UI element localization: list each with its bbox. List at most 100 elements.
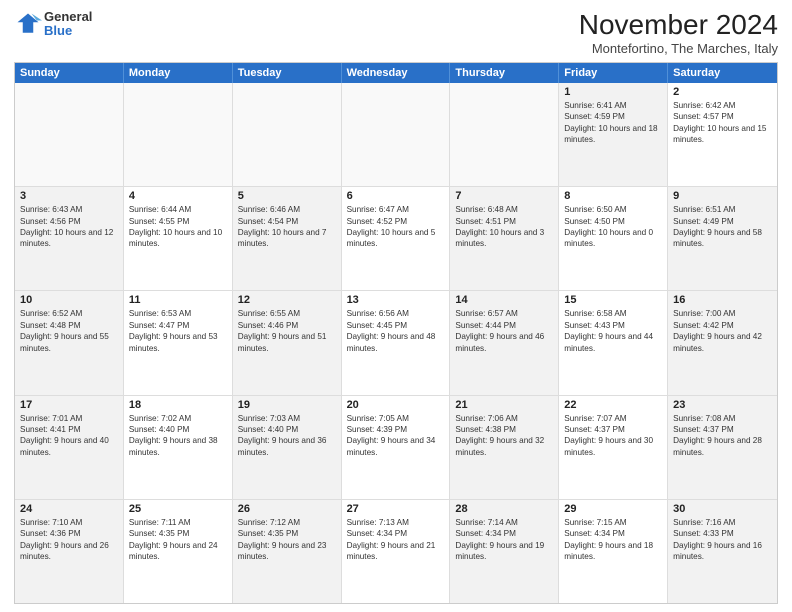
day-number: 20 [347,399,445,411]
calendar-cell-22: 22 Sunrise: 7:07 AMSunset: 4:37 PMDayligh… [559,396,668,499]
weekday-header-friday: Friday [559,63,668,83]
calendar-cell-7: 7Sunrise: 6:48 AMSunset: 4:51 PMDaylight… [450,187,559,290]
day-number: 25 [129,503,227,515]
logo-icon [14,10,42,38]
cell-details: Sunrise: 7:11 AMSunset: 4:35 PMDaylight:… [129,517,227,563]
calendar-cell-1: 1 Sunrise: 6:41 AMSunset: 4:59 PMDaylight… [559,83,668,186]
day-number: 16 [673,294,772,306]
day-number: 1 [564,86,662,98]
day-number: 12 [238,294,336,306]
calendar-cell-12: 12 Sunrise: 6:55 AMSunset: 4:46 PMDayligh… [233,291,342,394]
calendar-cell-28: 28Sunrise: 7:14 AMSunset: 4:34 PMDayligh… [450,500,559,603]
calendar-cell-21: 21 Sunrise: 7:06 AMSunset: 4:38 PMDayligh… [450,396,559,499]
cell-details: Sunrise: 6:47 AMSunset: 4:52 PMDaylight:… [347,204,445,250]
calendar-cell-23: 23 Sunrise: 7:08 AMSunset: 4:37 PMDayligh… [668,396,777,499]
calendar-cell-5: 5 Sunrise: 6:46 AMSunset: 4:54 PMDaylight… [233,187,342,290]
cell-details: Sunrise: 6:42 AMSunset: 4:57 PMDaylight:… [673,100,772,146]
calendar-cell-4: 4 Sunrise: 6:44 AMSunset: 4:55 PMDaylight… [124,187,233,290]
cell-details: Sunrise: 7:03 AMSunset: 4:40 PMDaylight:… [238,413,336,459]
day-number: 9 [673,190,772,202]
day-number: 11 [129,294,227,306]
day-number: 19 [238,399,336,411]
day-number: 6 [347,190,445,202]
cell-details: Sunrise: 6:44 AMSunset: 4:55 PMDaylight:… [129,204,227,250]
cell-details: Sunrise: 7:15 AMSunset: 4:34 PMDaylight:… [564,517,662,563]
title-block: November 2024 Montefortino, The Marches,… [579,10,778,56]
day-number: 28 [455,503,553,515]
calendar-cell-18: 18Sunrise: 7:02 AMSunset: 4:40 PMDayligh… [124,396,233,499]
weekday-header-monday: Monday [124,63,233,83]
cell-details: Sunrise: 6:46 AMSunset: 4:54 PMDaylight:… [238,204,336,250]
calendar-cell-6: 6 Sunrise: 6:47 AMSunset: 4:52 PMDaylight… [342,187,451,290]
weekday-header-sunday: Sunday [15,63,124,83]
calendar-header: SundayMondayTuesdayWednesdayThursdayFrid… [15,63,777,83]
cell-details: Sunrise: 7:06 AMSunset: 4:38 PMDaylight:… [455,413,553,459]
day-number: 14 [455,294,553,306]
calendar-cell-2: 2 Sunrise: 6:42 AMSunset: 4:57 PMDaylight… [668,83,777,186]
day-number: 15 [564,294,662,306]
cell-details: Sunrise: 6:53 AMSunset: 4:47 PMDaylight:… [129,308,227,354]
calendar-row-4: 17 Sunrise: 7:01 AMSunset: 4:41 PMDayligh… [15,396,777,500]
day-number: 2 [673,86,772,98]
calendar-cell-empty [124,83,233,186]
cell-details: Sunrise: 6:50 AMSunset: 4:50 PMDaylight:… [564,204,662,250]
header: General Blue November 2024 Montefortino,… [14,10,778,56]
calendar-cell-3: 3 Sunrise: 6:43 AMSunset: 4:56 PMDaylight… [15,187,124,290]
calendar-cell-30: 30 Sunrise: 7:16 AMSunset: 4:33 PMDayligh… [668,500,777,603]
day-number: 17 [20,399,118,411]
cell-details: Sunrise: 6:55 AMSunset: 4:46 PMDaylight:… [238,308,336,354]
cell-details: Sunrise: 7:12 AMSunset: 4:35 PMDaylight:… [238,517,336,563]
calendar-cell-11: 11 Sunrise: 6:53 AMSunset: 4:47 PMDayligh… [124,291,233,394]
day-number: 23 [673,399,772,411]
cell-details: Sunrise: 7:08 AMSunset: 4:37 PMDaylight:… [673,413,772,459]
cell-details: Sunrise: 7:02 AMSunset: 4:40 PMDaylight:… [129,413,227,459]
logo-general: General [44,10,92,24]
calendar-cell-26: 26 Sunrise: 7:12 AMSunset: 4:35 PMDayligh… [233,500,342,603]
cell-details: Sunrise: 6:48 AMSunset: 4:51 PMDaylight:… [455,204,553,250]
cell-details: Sunrise: 6:43 AMSunset: 4:56 PMDaylight:… [20,204,118,250]
cell-details: Sunrise: 7:00 AMSunset: 4:42 PMDaylight:… [673,308,772,354]
calendar-page: General Blue November 2024 Montefortino,… [0,0,792,612]
calendar-cell-17: 17 Sunrise: 7:01 AMSunset: 4:41 PMDayligh… [15,396,124,499]
calendar-cell-24: 24Sunrise: 7:10 AMSunset: 4:36 PMDayligh… [15,500,124,603]
day-number: 22 [564,399,662,411]
day-number: 30 [673,503,772,515]
calendar-cell-29: 29 Sunrise: 7:15 AMSunset: 4:34 PMDayligh… [559,500,668,603]
calendar-cell-13: 13 Sunrise: 6:56 AMSunset: 4:45 PMDayligh… [342,291,451,394]
calendar-cell-16: 16 Sunrise: 7:00 AMSunset: 4:42 PMDayligh… [668,291,777,394]
calendar-cell-empty [15,83,124,186]
day-number: 5 [238,190,336,202]
cell-details: Sunrise: 7:01 AMSunset: 4:41 PMDaylight:… [20,413,118,459]
day-number: 3 [20,190,118,202]
calendar-row-1: 1 Sunrise: 6:41 AMSunset: 4:59 PMDaylight… [15,83,777,187]
month-title: November 2024 [579,10,778,41]
day-number: 27 [347,503,445,515]
calendar-cell-27: 27 Sunrise: 7:13 AMSunset: 4:34 PMDayligh… [342,500,451,603]
cell-details: Sunrise: 6:51 AMSunset: 4:49 PMDaylight:… [673,204,772,250]
day-number: 26 [238,503,336,515]
weekday-header-thursday: Thursday [450,63,559,83]
logo-blue: Blue [44,24,92,38]
calendar-cell-8: 8Sunrise: 6:50 AMSunset: 4:50 PMDaylight… [559,187,668,290]
day-number: 13 [347,294,445,306]
cell-details: Sunrise: 7:13 AMSunset: 4:34 PMDaylight:… [347,517,445,563]
calendar-cell-empty [233,83,342,186]
cell-details: Sunrise: 6:56 AMSunset: 4:45 PMDaylight:… [347,308,445,354]
calendar-cell-20: 20 Sunrise: 7:05 AMSunset: 4:39 PMDayligh… [342,396,451,499]
cell-details: Sunrise: 7:16 AMSunset: 4:33 PMDaylight:… [673,517,772,563]
day-number: 21 [455,399,553,411]
cell-details: Sunrise: 6:41 AMSunset: 4:59 PMDaylight:… [564,100,662,146]
logo: General Blue [14,10,92,39]
day-number: 4 [129,190,227,202]
calendar-cell-empty [450,83,559,186]
location-title: Montefortino, The Marches, Italy [579,41,778,56]
cell-details: Sunrise: 7:07 AMSunset: 4:37 PMDaylight:… [564,413,662,459]
cell-details: Sunrise: 7:05 AMSunset: 4:39 PMDaylight:… [347,413,445,459]
calendar-row-2: 3 Sunrise: 6:43 AMSunset: 4:56 PMDaylight… [15,187,777,291]
calendar-cell-19: 19 Sunrise: 7:03 AMSunset: 4:40 PMDayligh… [233,396,342,499]
day-number: 29 [564,503,662,515]
calendar-body: 1 Sunrise: 6:41 AMSunset: 4:59 PMDaylight… [15,83,777,603]
weekday-header-saturday: Saturday [668,63,777,83]
cell-details: Sunrise: 7:10 AMSunset: 4:36 PMDaylight:… [20,517,118,563]
calendar-cell-14: 14Sunrise: 6:57 AMSunset: 4:44 PMDayligh… [450,291,559,394]
